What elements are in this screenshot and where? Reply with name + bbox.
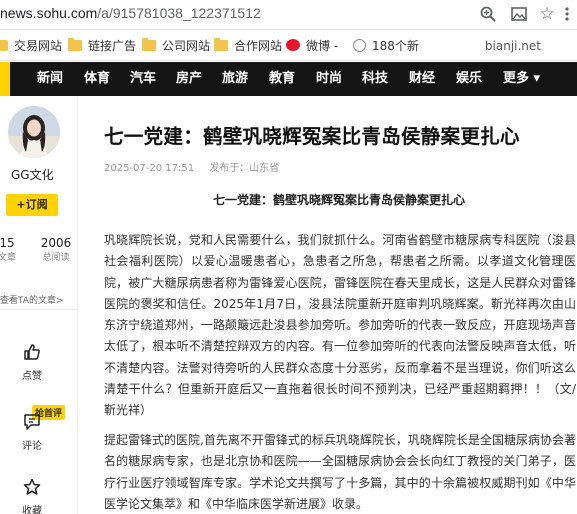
view-articles-link[interactable]: 查看TA的文章> (0, 293, 64, 306)
url-text[interactable]: news.sohu.com/a/915781038_122371512 (0, 5, 261, 21)
article-paragraph: 提起雷锋式的医院,首先离不开雷锋式的标兵巩晓辉院长，巩晓辉院长是全国糖尿病协会著… (104, 433, 576, 511)
sohu-logo[interactable] (0, 62, 10, 96)
bookmark-label: 微博 - (306, 39, 339, 53)
bianji-link[interactable]: bianji.net (485, 37, 541, 55)
article-paragraph: 巩晓辉院长说，党和人民需要什么，我们就抓什么。河南省鹤壁市糖尿病专科医院（浚县社… (104, 233, 576, 418)
bookmark-label: 188个新 (372, 39, 419, 53)
article-meta: 2025-07-20 17:51 发布于：山东省 (104, 159, 291, 174)
avatar[interactable] (8, 106, 60, 158)
thumbs-up-icon (24, 344, 40, 360)
bookmark-folder-company[interactable]: 公司网站 (142, 37, 210, 55)
address-bar[interactable]: news.sohu.com/a/915781038_122371512 ☆ (0, 0, 577, 30)
bookmark-folder-trading[interactable]: 交易网站 (0, 37, 62, 55)
bookmark-188[interactable]: 188个新 (353, 37, 419, 55)
nav-item-entertainment[interactable]: 娱乐 (456, 70, 482, 88)
nav-item-auto[interactable]: 汽车 (130, 70, 156, 88)
stat-value: 2006 (40, 236, 72, 250)
bookmark-label: 链接广告 (88, 39, 137, 53)
channel-nav: 新闻 体育 汽车 房产 旅游 教育 时尚 科技 财经 娱乐 更多 ▾ (0, 62, 577, 96)
nav-item-fashion[interactable]: 时尚 (316, 70, 342, 88)
favorite-button[interactable]: 收藏 (10, 478, 54, 514)
globe-icon (353, 39, 366, 52)
publish-location: 发布于：山东省 (209, 163, 280, 174)
article-subtitle: 七一党建：鹤壁巩晓辉冤案比青岛侯静案更扎心 (212, 193, 465, 207)
nav-item-sports[interactable]: 体育 (84, 70, 110, 88)
favorite-label: 收藏 (22, 506, 42, 514)
weibo-icon (286, 39, 300, 51)
nav-item-house[interactable]: 房产 (176, 70, 202, 88)
folder-icon (214, 38, 228, 51)
nav-item-education[interactable]: 教育 (269, 70, 295, 88)
subscribe-button[interactable]: +订阅 (6, 194, 58, 216)
publish-date: 2025-07-20 17:51 (104, 163, 195, 174)
bookmark-label: 合作网站 (234, 39, 283, 53)
folder-icon (68, 38, 82, 51)
author-sidebar: GG文化 +订阅 15 文章 2006 总阅读 查看TA的文章> 点赞 抢首评 … (0, 96, 78, 514)
bookmark-folder-ads[interactable]: 链接广告 (68, 37, 136, 55)
author-name[interactable]: GG文化 (0, 166, 78, 183)
bookmark-label: 公司网站 (162, 39, 211, 53)
bookmarks-bar: 交易网站 链接广告 公司网站 合作网站 微博 - 188个新 bianji.ne… (0, 31, 577, 61)
bookmark-label: 交易网站 (14, 39, 63, 53)
comment-button[interactable]: 评论 (10, 413, 54, 452)
nav-item-travel[interactable]: 旅游 (222, 70, 248, 88)
stat-label: 文章 (0, 253, 16, 263)
bookmark-folder-partners[interactable]: 合作网站 (214, 37, 282, 55)
stat-label: 总阅读 (42, 253, 70, 263)
nav-item-tech[interactable]: 科技 (362, 70, 388, 88)
image-icon[interactable] (510, 5, 528, 23)
like-label: 点赞 (22, 371, 42, 382)
nav-item-finance[interactable]: 财经 (409, 70, 435, 88)
star-icon (23, 478, 41, 495)
folder-icon (0, 40, 8, 51)
url-domain: news.sohu.com (0, 5, 98, 21)
article-title: 七一党建：鹤壁巩晓辉冤案比青岛侯静案更扎心 (104, 125, 520, 148)
more-icon[interactable] (562, 5, 572, 23)
stat-value: 15 (0, 236, 15, 250)
comment-label: 评论 (22, 441, 42, 452)
url-path: /a/915781038_122371512 (97, 5, 261, 21)
like-button[interactable]: 点赞 (10, 343, 54, 382)
stat-articles: 15 文章 (0, 236, 18, 266)
stat-reads: 2006 总阅读 (38, 236, 74, 266)
nav-item-more[interactable]: 更多 ▾ (503, 70, 540, 88)
zoom-icon[interactable] (479, 5, 497, 23)
folder-icon (142, 38, 156, 51)
bookmark-weibo[interactable]: 微博 - (286, 37, 338, 55)
star-icon[interactable]: ☆ (538, 5, 556, 23)
divider (0, 309, 78, 310)
nav-item-news[interactable]: 新闻 (37, 70, 63, 88)
comment-icon (24, 414, 40, 430)
